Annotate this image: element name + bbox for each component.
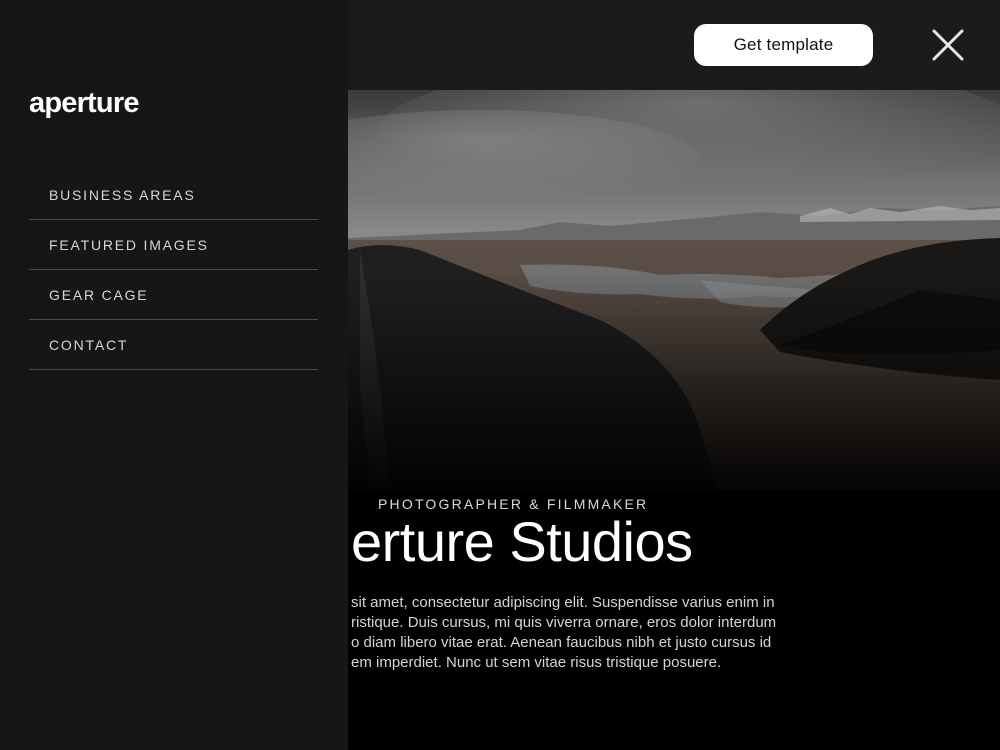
sidebar-item-business-areas[interactable]: BUSINESS AREAS xyxy=(29,170,318,220)
close-icon[interactable] xyxy=(929,26,967,64)
hero-body-line: sit amet, consectetur adipiscing elit. S… xyxy=(351,594,775,611)
hero-body-line: em imperdiet. Nunc ut sem vitae risus tr… xyxy=(351,654,722,671)
sidebar-item-contact[interactable]: CONTACT xyxy=(29,320,318,370)
hero-body-line: o diam libero vitae erat. Aenean faucibu… xyxy=(351,634,772,651)
sidebar-nav: BUSINESS AREAS FEATURED IMAGES GEAR CAGE… xyxy=(29,170,318,370)
hero-body-line: ristique. Duis cursus, mi quis viverra o… xyxy=(351,614,777,631)
hero-body-copy: sit amet, consectetur adipiscing elit. S… xyxy=(351,593,801,673)
sidebar-item-gear-cage[interactable]: GEAR CAGE xyxy=(29,270,318,320)
page: Get template PHOTOGRAPHER & FILMMAKER er… xyxy=(0,0,1000,750)
get-template-button[interactable]: Get template xyxy=(694,24,873,66)
aperture-logo[interactable]: aperture xyxy=(29,86,139,120)
sidebar-drawer: aperture BUSINESS AREAS FEATURED IMAGES … xyxy=(0,0,348,750)
hero-title: erture Studios xyxy=(351,510,693,573)
sidebar-item-featured-images[interactable]: FEATURED IMAGES xyxy=(29,220,318,270)
